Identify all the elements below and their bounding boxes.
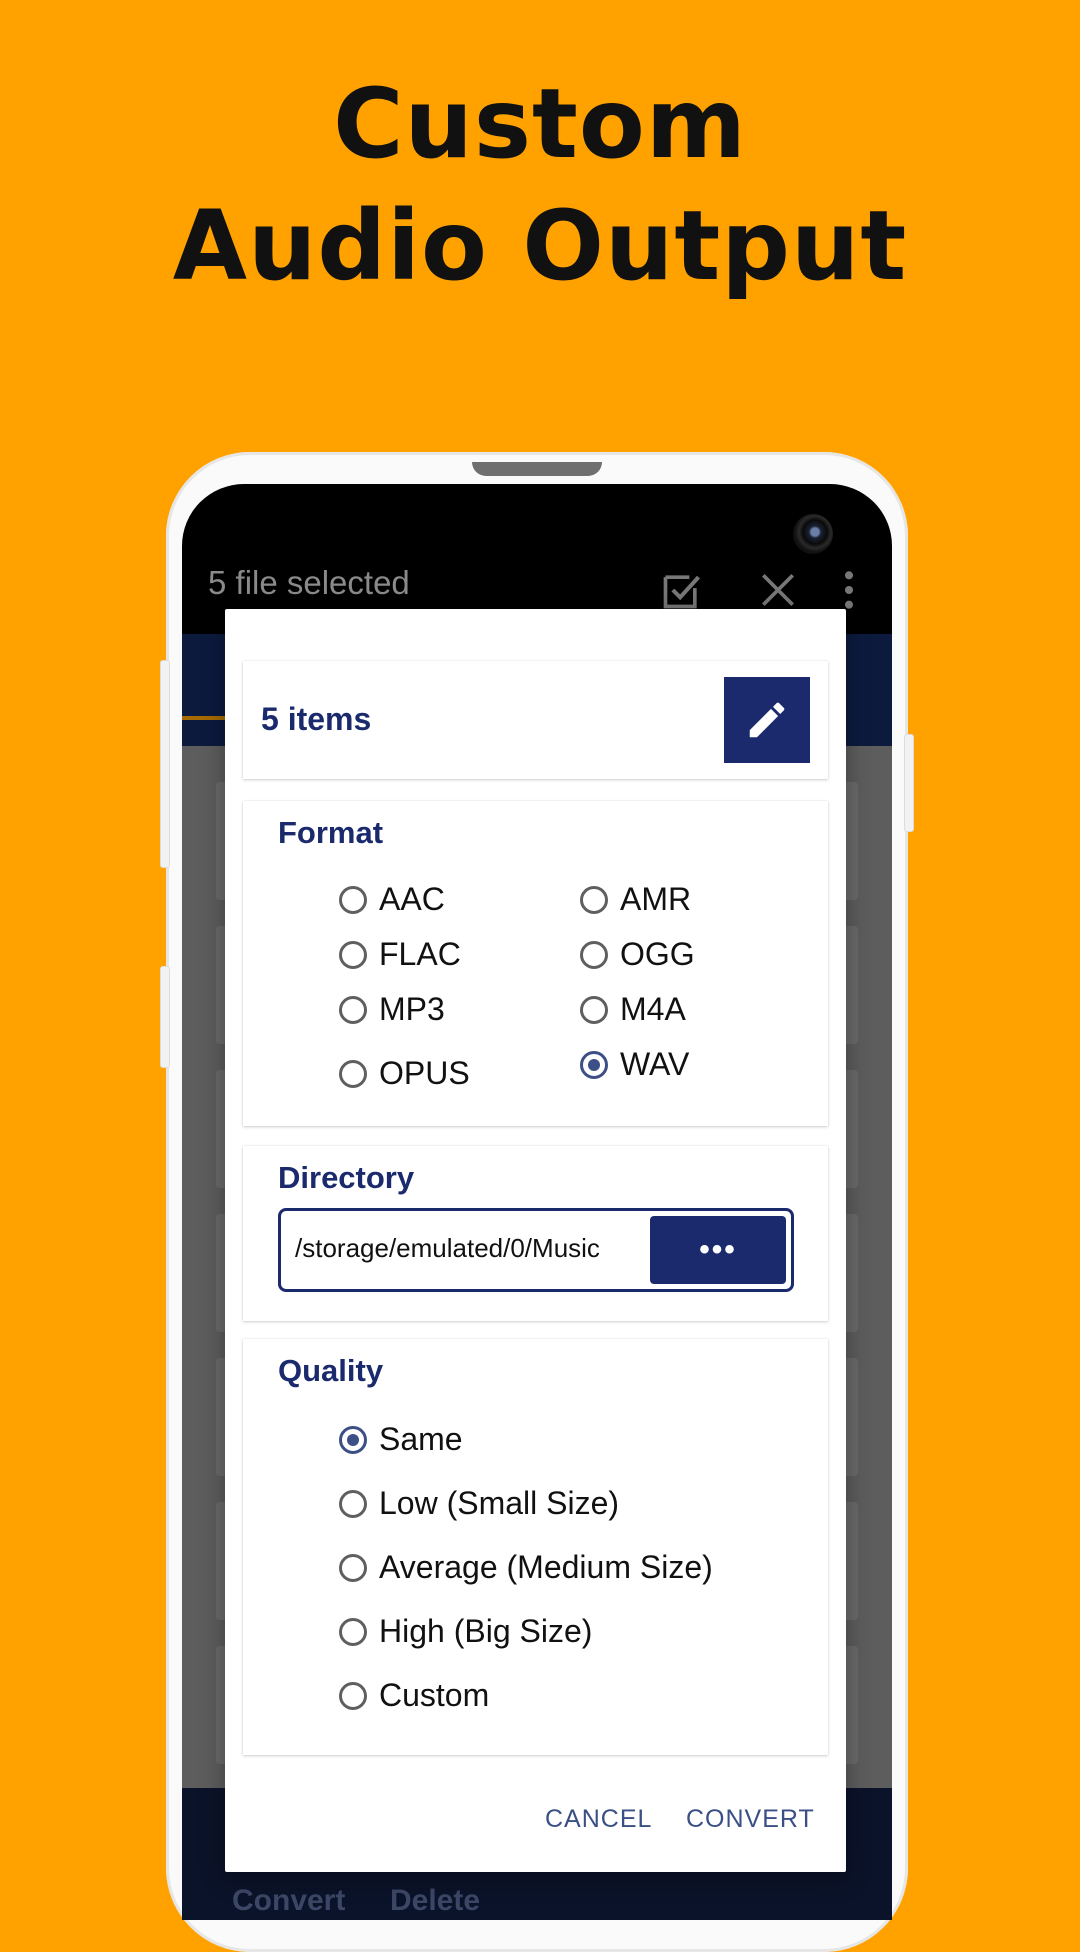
more-vert-icon[interactable] — [834, 568, 864, 612]
format-option-amr[interactable]: AMR — [580, 881, 691, 918]
selection-count-title: 5 file selected — [208, 564, 410, 601]
radio-icon — [580, 940, 608, 969]
convert-button[interactable]: CONVERT — [686, 1805, 815, 1834]
convert-dialog: 5 items Format AAC AMR FLAC OGG MP3 M4A … — [225, 609, 846, 1872]
edit-pencil-icon — [749, 702, 785, 738]
radio-icon — [580, 885, 608, 914]
directory-path: /storage/emulated/0/Music — [295, 1233, 600, 1263]
bottom-delete-button[interactable]: Delete — [390, 1884, 480, 1918]
format-title: Format — [278, 815, 384, 850]
quality-option-high[interactable]: High (Big Size) — [339, 1613, 592, 1650]
cancel-button[interactable]: CANCEL — [545, 1805, 652, 1834]
directory-field[interactable]: /storage/emulated/0/Music ••• — [278, 1208, 794, 1292]
radio-icon — [339, 940, 367, 969]
radio-icon — [339, 1617, 367, 1646]
quality-option-same[interactable]: Same — [339, 1421, 463, 1458]
items-count-title: 5 items — [261, 701, 372, 737]
radio-icon — [339, 995, 367, 1024]
radio-icon — [339, 1059, 367, 1088]
edit-button[interactable] — [724, 677, 810, 763]
format-card: Format AAC AMR FLAC OGG MP3 M4A OPUS WAV — [243, 801, 828, 1126]
select-all-icon[interactable] — [660, 568, 704, 612]
format-option-wav[interactable]: WAV — [580, 1046, 689, 1083]
directory-title: Directory — [278, 1160, 415, 1195]
directory-card: Directory /storage/emulated/0/Music ••• — [243, 1146, 828, 1321]
format-option-ogg[interactable]: OGG — [580, 936, 695, 973]
browse-directory-button[interactable]: ••• — [650, 1216, 786, 1284]
quality-option-custom[interactable]: Custom — [339, 1677, 489, 1714]
radio-checked-icon — [580, 1050, 608, 1079]
quality-card: Quality Same Low (Small Size) Average (M… — [243, 1339, 828, 1755]
radio-icon — [580, 995, 608, 1024]
format-option-m4a[interactable]: M4A — [580, 991, 686, 1028]
radio-icon — [339, 1553, 367, 1582]
phone-speaker — [472, 462, 602, 476]
format-option-aac[interactable]: AAC — [339, 881, 445, 918]
radio-checked-icon — [339, 1425, 367, 1454]
front-camera — [793, 514, 833, 554]
radio-icon — [339, 1489, 367, 1518]
format-option-opus[interactable]: OPUS — [339, 1055, 470, 1092]
promo-headline-line1: Custom — [333, 68, 747, 180]
promo-headline-line2: Audio Output — [172, 190, 908, 302]
volume-button — [160, 660, 170, 868]
radio-icon — [339, 1681, 367, 1710]
items-card: 5 items — [243, 661, 828, 779]
quality-title: Quality — [278, 1353, 384, 1388]
format-option-mp3[interactable]: MP3 — [339, 991, 445, 1028]
quality-option-average[interactable]: Average (Medium Size) — [339, 1549, 713, 1586]
quality-option-low[interactable]: Low (Small Size) — [339, 1485, 619, 1522]
power-button-left — [160, 966, 170, 1068]
side-button-right — [904, 734, 914, 832]
format-option-flac[interactable]: FLAC — [339, 936, 461, 973]
bottom-convert-button[interactable]: Convert — [232, 1884, 345, 1918]
radio-icon — [339, 885, 367, 914]
close-icon[interactable] — [756, 568, 800, 612]
